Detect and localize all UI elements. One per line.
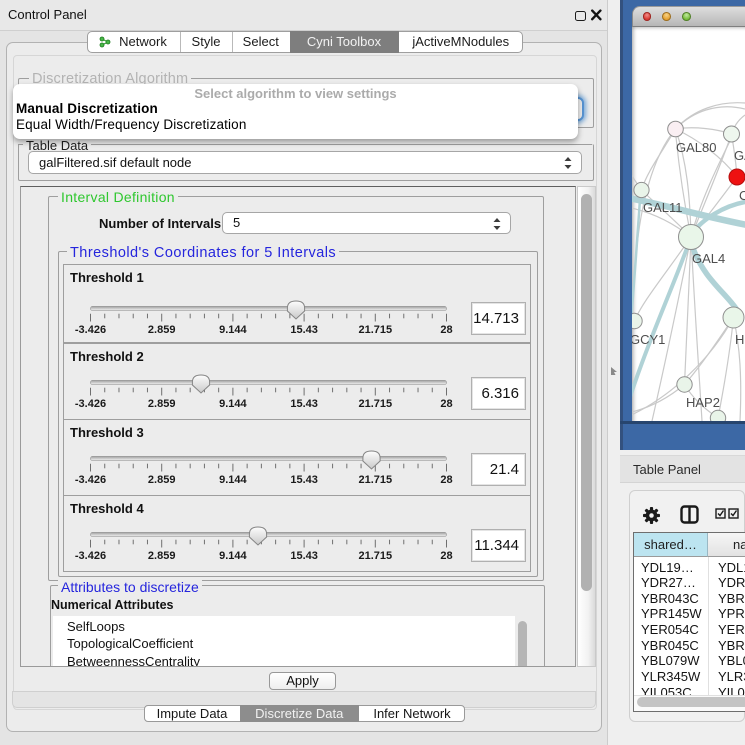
svg-text:28: 28 (440, 474, 452, 486)
svg-text:H: H (735, 332, 744, 347)
svg-text:9.144: 9.144 (219, 324, 247, 336)
svg-text:15.43: 15.43 (290, 474, 318, 486)
svg-text:GAL: GAL (734, 148, 745, 163)
svg-text:2.859: 2.859 (148, 324, 176, 336)
svg-text:21.715: 21.715 (358, 398, 392, 410)
svg-text:15.43: 15.43 (290, 324, 318, 336)
svg-text:2.859: 2.859 (148, 474, 176, 486)
svg-text:28: 28 (440, 324, 452, 336)
svg-text:15.43: 15.43 (290, 550, 318, 562)
svg-text:28: 28 (440, 398, 452, 410)
svg-text:15.43: 15.43 (290, 398, 318, 410)
svg-text:9.144: 9.144 (219, 398, 247, 410)
svg-text:21.715: 21.715 (358, 324, 392, 336)
svg-text:-3.426: -3.426 (75, 550, 106, 562)
svg-text:GAL11: GAL11 (643, 200, 683, 215)
svg-text:GAL80: GAL80 (676, 140, 716, 155)
svg-text:HAP2: HAP2 (686, 395, 720, 410)
svg-text:2.859: 2.859 (148, 398, 176, 410)
svg-text:-3.426: -3.426 (75, 324, 106, 336)
svg-text:9.144: 9.144 (219, 550, 247, 562)
svg-text:GCY1: GCY1 (632, 332, 665, 347)
svg-text:21.715: 21.715 (358, 474, 392, 486)
svg-text:9.144: 9.144 (219, 474, 247, 486)
svg-text:21.715: 21.715 (358, 550, 392, 562)
svg-text:-3.426: -3.426 (75, 398, 106, 410)
svg-text:C: C (739, 188, 745, 203)
svg-text:2.859: 2.859 (148, 550, 176, 562)
svg-text:28: 28 (440, 550, 452, 562)
svg-text:GAL4: GAL4 (692, 251, 725, 266)
svg-text:-3.426: -3.426 (75, 474, 106, 486)
